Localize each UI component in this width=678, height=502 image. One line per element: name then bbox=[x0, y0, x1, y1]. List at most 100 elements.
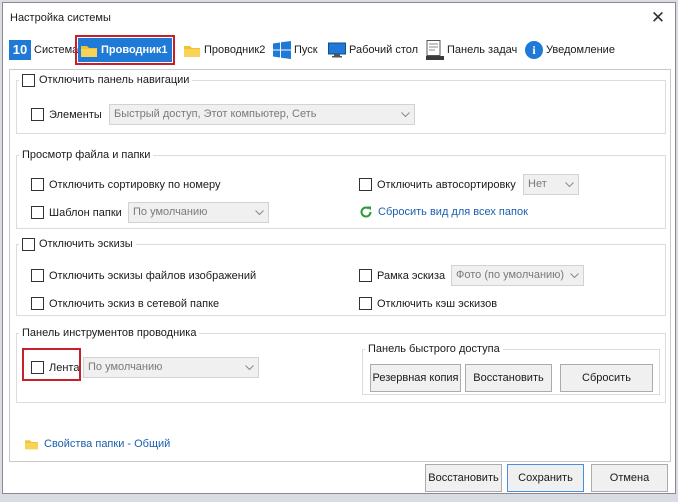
auto-sort-select[interactable]: Нет bbox=[523, 174, 579, 195]
tab-explorer2[interactable]: Проводник2 bbox=[183, 38, 265, 62]
folder-properties-link[interactable]: Свойства папки - Общий bbox=[24, 438, 170, 450]
thumbnails-legend[interactable]: Отключить эскизы bbox=[19, 238, 136, 251]
quick-access-legend: Панель быстрого доступа bbox=[365, 343, 503, 356]
tab-start-label: Пуск bbox=[294, 44, 318, 56]
network-thumbs-checkbox[interactable] bbox=[31, 297, 44, 310]
tab-system[interactable]: 10 Система bbox=[9, 38, 78, 62]
restore-quick-button[interactable]: Восстановить bbox=[465, 364, 552, 392]
backup-button[interactable]: Резервная копия bbox=[370, 364, 461, 392]
sort-numeric-label: Отключить сортировку по номеру bbox=[49, 178, 221, 191]
ribbon-highlight bbox=[22, 348, 81, 381]
refresh-icon bbox=[360, 206, 372, 218]
thumb-frame-checkbox[interactable] bbox=[359, 269, 372, 282]
taskbar-icon bbox=[426, 40, 444, 60]
reset-view-link[interactable]: Сбросить вид для всех папок bbox=[359, 205, 528, 219]
auto-sort-checkbox[interactable] bbox=[359, 178, 372, 191]
tab-explorer2-label: Проводник2 bbox=[204, 44, 266, 56]
toolbar-legend: Панель инструментов проводника bbox=[19, 327, 199, 340]
reset-quick-label: Сбросить bbox=[582, 372, 631, 384]
restore-button-label: Восстановить bbox=[428, 472, 499, 484]
image-thumbs-label: Отключить эскизы файлов изображений bbox=[49, 269, 257, 282]
thumb-cache-label: Отключить кэш эскизов bbox=[377, 297, 498, 310]
restore-quick-label: Восстановить bbox=[473, 372, 544, 384]
reset-quick-button[interactable]: Сбросить bbox=[560, 364, 653, 392]
elements-label: Элементы bbox=[49, 108, 102, 121]
toolbar-group: Панель инструментов проводника Лента По … bbox=[16, 327, 666, 403]
settings-window: Настройка системы ✕ 10 Система Проводник… bbox=[2, 2, 676, 494]
network-thumbs-option[interactable]: Отключить эскиз в сетевой папке bbox=[31, 297, 219, 310]
tab-desktop[interactable]: Рабочий стол bbox=[328, 38, 418, 62]
navpane-checkbox[interactable] bbox=[22, 74, 35, 87]
tab-taskbar-label: Панель задач bbox=[447, 44, 518, 56]
quick-access-label: Панель быстрого доступа bbox=[368, 343, 500, 355]
auto-sort-select-value: Нет bbox=[528, 178, 547, 190]
chevron-down-icon bbox=[401, 112, 410, 118]
folder-template-checkbox[interactable] bbox=[31, 206, 44, 219]
desktop-icon bbox=[328, 42, 346, 58]
tab-notification[interactable]: i Уведомление bbox=[525, 38, 615, 62]
folder-template-select[interactable]: По умолчанию bbox=[128, 202, 269, 223]
thumbnails-group: Отключить эскизы Отключить эскизы файлов… bbox=[16, 238, 666, 316]
fileview-group: Просмотр файла и папки Отключить сортиро… bbox=[16, 149, 666, 229]
chevron-down-icon bbox=[565, 182, 574, 188]
info-icon: i bbox=[525, 41, 543, 59]
folder-icon bbox=[81, 45, 97, 57]
thumbnails-label: Отключить эскизы bbox=[39, 238, 133, 250]
ribbon-select-value: По умолчанию bbox=[88, 361, 163, 373]
chevron-down-icon bbox=[570, 273, 579, 279]
tab-notification-label: Уведомление bbox=[546, 44, 615, 56]
auto-sort-label: Отключить автосортировку bbox=[377, 178, 516, 191]
folder-template-select-value: По умолчанию bbox=[133, 206, 208, 218]
tab-desktop-label: Рабочий стол bbox=[349, 44, 419, 56]
title-bar: Настройка системы ✕ bbox=[3, 3, 675, 33]
toolbar-label: Панель инструментов проводника bbox=[22, 327, 197, 339]
windows-logo-icon bbox=[273, 41, 291, 59]
chevron-down-icon bbox=[255, 210, 264, 216]
navpane-group: Отключить панель навигации Элементы Быст… bbox=[16, 74, 666, 134]
navpane-legend[interactable]: Отключить панель навигации bbox=[19, 74, 192, 87]
folder-icon bbox=[25, 440, 38, 450]
settings-panel: Отключить панель навигации Элементы Быст… bbox=[9, 69, 671, 462]
thumb-cache-option[interactable]: Отключить кэш эскизов bbox=[359, 297, 497, 310]
close-icon[interactable]: ✕ bbox=[647, 7, 669, 29]
elements-select[interactable]: Быстрый доступ, Этот компьютер, Сеть bbox=[109, 104, 415, 125]
tab-explorer1[interactable]: Проводник1 bbox=[75, 35, 175, 65]
elements-checkbox[interactable] bbox=[31, 108, 44, 121]
thumbnails-checkbox[interactable] bbox=[22, 238, 35, 251]
reset-view-label: Сбросить вид для всех папок bbox=[378, 206, 528, 218]
cancel-button[interactable]: Отмена bbox=[591, 464, 668, 492]
folder-template-label: Шаблон папки bbox=[49, 206, 122, 219]
sort-numeric-option[interactable]: Отключить сортировку по номеру bbox=[31, 178, 221, 191]
windows10-icon: 10 bbox=[9, 40, 31, 60]
save-button-label: Сохранить bbox=[518, 472, 573, 484]
thumb-frame-option[interactable]: Рамка эскиза bbox=[359, 269, 445, 282]
folder-properties-label: Свойства папки - Общий bbox=[44, 438, 171, 450]
image-thumbs-option[interactable]: Отключить эскизы файлов изображений bbox=[31, 269, 256, 282]
elements-option[interactable]: Элементы bbox=[31, 108, 102, 121]
tab-start[interactable]: Пуск bbox=[273, 38, 318, 62]
tab-explorer1-label: Проводник1 bbox=[101, 44, 168, 56]
tab-taskbar[interactable]: Панель задач bbox=[426, 38, 517, 62]
thumb-frame-select[interactable]: Фото (по умолчанию) bbox=[451, 265, 584, 286]
elements-select-value: Быстрый доступ, Этот компьютер, Сеть bbox=[114, 108, 317, 120]
save-button[interactable]: Сохранить bbox=[507, 464, 584, 492]
quick-access-group: Панель быстрого доступа Резервная копия … bbox=[362, 343, 660, 395]
folder-template-option[interactable]: Шаблон папки bbox=[31, 206, 122, 219]
network-thumbs-label: Отключить эскиз в сетевой папке bbox=[49, 297, 220, 310]
tab-bar: 10 Система Проводник1 Проводник2 Пуск Ра… bbox=[3, 33, 675, 65]
backup-button-label: Резервная копия bbox=[372, 372, 459, 384]
image-thumbs-checkbox[interactable] bbox=[31, 269, 44, 282]
chevron-down-icon bbox=[245, 365, 254, 371]
window-title: Настройка системы bbox=[10, 12, 111, 24]
ribbon-select[interactable]: По умолчанию bbox=[83, 357, 259, 378]
thumb-frame-select-value: Фото (по умолчанию) bbox=[456, 269, 565, 281]
tab-system-label: Система bbox=[34, 44, 79, 56]
thumb-cache-checkbox[interactable] bbox=[359, 297, 372, 310]
restore-button[interactable]: Восстановить bbox=[425, 464, 502, 492]
folder-icon bbox=[184, 45, 200, 57]
sort-numeric-checkbox[interactable] bbox=[31, 178, 44, 191]
auto-sort-option[interactable]: Отключить автосортировку bbox=[359, 178, 516, 191]
navpane-label: Отключить панель навигации bbox=[39, 74, 190, 86]
fileview-label: Просмотр файла и папки bbox=[22, 149, 151, 161]
thumb-frame-label: Рамка эскиза bbox=[377, 269, 446, 282]
